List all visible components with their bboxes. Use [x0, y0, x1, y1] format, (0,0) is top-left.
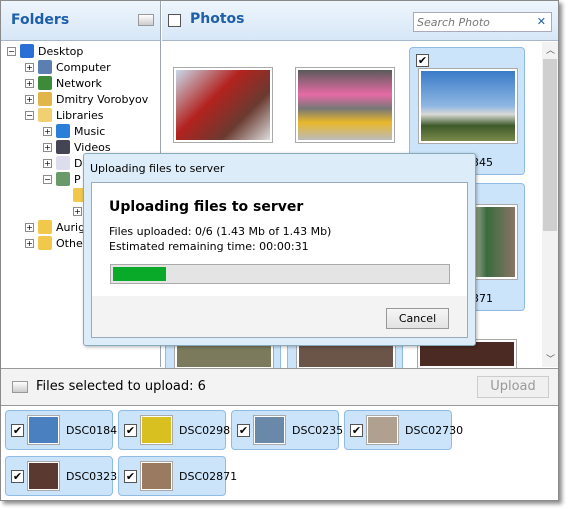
user-folder-icon	[38, 92, 52, 106]
expand-icon[interactable]: +	[25, 94, 34, 104]
file-checkbox[interactable]: ✔	[124, 470, 137, 483]
selected-file-item[interactable]: ✔ DSC02730	[344, 410, 463, 450]
expand-icon[interactable]: +	[43, 158, 52, 168]
desktop-icon	[20, 44, 34, 58]
dialog-body: Uploading files to server Files uploaded…	[91, 182, 468, 338]
tree-item[interactable]: − Desktop	[7, 43, 83, 59]
expand-icon[interactable]: +	[43, 142, 52, 152]
collapse-icon[interactable]: −	[25, 110, 34, 120]
folders-header: Folders	[1, 1, 160, 41]
file-name: DSC02871	[179, 470, 238, 483]
tree-item-label: Othe	[56, 236, 83, 250]
tree-item-label: Desktop	[38, 44, 84, 58]
scroll-down-icon[interactable]: ﹀	[546, 352, 555, 365]
tree-item[interactable]: + Othe	[25, 235, 83, 251]
photo-thumbnail[interactable]	[173, 67, 273, 143]
files-uploaded-text: Files uploaded: 0/6 (1.43 Mb of 1.43 Mb)	[109, 225, 332, 238]
tree-item-label: Libraries	[56, 108, 104, 122]
upload-dialog: Uploading files to server Uploading file…	[83, 153, 476, 346]
tree-item[interactable]: + Music	[43, 123, 105, 139]
photo-checkbox[interactable]: ✔	[416, 54, 429, 67]
files-selected-label: Files selected to upload: 6	[36, 379, 206, 394]
file-name: DSC03232	[66, 470, 125, 483]
dialog-title: Uploading files to server	[90, 162, 225, 175]
libraries-icon	[38, 108, 52, 122]
file-checkbox[interactable]: ✔	[350, 424, 363, 437]
tree-item-label: Music	[74, 124, 106, 138]
folder-icon	[38, 220, 52, 234]
tree-item[interactable]: + Aurig	[25, 219, 85, 235]
selected-file-item[interactable]: ✔ DSC02871	[118, 456, 237, 496]
collapse-icon[interactable]: −	[43, 174, 52, 184]
tree-item-label: Dmitry Vorobyov	[56, 92, 149, 106]
expand-icon[interactable]: +	[25, 238, 34, 248]
photo-thumbnail[interactable]	[295, 67, 395, 143]
file-thumbnail	[27, 415, 60, 445]
tree-item-label: Computer	[56, 60, 111, 74]
tree-item-label: P	[74, 172, 81, 186]
photos-title: Photos	[190, 11, 245, 27]
tree-item-label: D	[74, 156, 83, 170]
file-checkbox[interactable]: ✔	[237, 424, 250, 437]
selected-file-item[interactable]: ✔ DSC02989	[118, 410, 237, 450]
collapse-panel-icon[interactable]	[12, 381, 28, 393]
cancel-button[interactable]: Cancel	[386, 308, 449, 329]
file-checkbox[interactable]: ✔	[124, 424, 137, 437]
file-thumbnail	[27, 461, 60, 491]
scrollbar-thumb[interactable]	[543, 59, 557, 231]
select-all-checkbox[interactable]	[168, 14, 181, 27]
expand-icon[interactable]: +	[25, 78, 34, 88]
photo-thumbnail	[418, 68, 518, 144]
remaining-time-text: Estimated remaining time: 00:00:31	[109, 240, 309, 253]
tree-item[interactable]: + D	[43, 155, 82, 171]
tree-item[interactable]: − P	[43, 171, 81, 187]
file-checkbox[interactable]: ✔	[11, 470, 24, 483]
file-thumbnail	[366, 415, 399, 445]
expand-icon[interactable]: +	[25, 62, 34, 72]
tree-item[interactable]: + Computer	[25, 59, 111, 75]
folder-icon	[38, 236, 52, 250]
selected-file-item[interactable]: ✔ DSC03232	[5, 456, 124, 496]
file-name: DSC02730	[405, 424, 464, 437]
tree-item-label: Aurig	[56, 220, 86, 234]
expand-icon[interactable]: +	[25, 222, 34, 232]
file-thumbnail	[253, 415, 286, 445]
documents-icon	[56, 156, 70, 170]
selected-file-item[interactable]: ✔ DSC01845	[5, 410, 124, 450]
progress-fill	[113, 267, 167, 281]
photos-header: Photos Search Photo ✕	[162, 1, 558, 41]
selected-file-item[interactable]: ✔ DSC02352	[231, 410, 350, 450]
tree-item[interactable]: + Dmitry Vorobyov	[25, 91, 148, 107]
music-icon	[56, 124, 70, 138]
search-placeholder: Search Photo	[417, 16, 490, 29]
pictures-icon	[56, 172, 70, 186]
clear-search-icon[interactable]: ✕	[537, 15, 546, 28]
expand-icon[interactable]: +	[43, 126, 52, 136]
computer-icon	[38, 60, 52, 74]
file-name: DSC02989	[179, 424, 238, 437]
upload-bar: Files selected to upload: 6 Upload	[1, 368, 558, 406]
file-name: DSC02352	[292, 424, 351, 437]
file-checkbox[interactable]: ✔	[11, 424, 24, 437]
tree-item[interactable]: − Libraries	[25, 107, 104, 123]
collapse-icon[interactable]: −	[7, 46, 16, 56]
expand-icon[interactable]: +	[73, 206, 82, 216]
tree-item-label: Videos	[74, 140, 111, 154]
upload-progress-bar	[110, 264, 450, 284]
network-icon	[38, 76, 52, 90]
search-input[interactable]: Search Photo ✕	[413, 12, 552, 32]
folders-title: Folders	[11, 12, 70, 28]
collapse-panel-icon[interactable]	[138, 14, 154, 26]
file-name: DSC01845	[66, 424, 125, 437]
tree-item-label: Network	[56, 76, 102, 90]
dialog-heading: Uploading files to server	[109, 199, 304, 215]
file-thumbnail	[140, 461, 173, 491]
videos-icon	[56, 140, 70, 154]
upload-button[interactable]: Upload	[477, 376, 549, 398]
tree-item[interactable]: + Network	[25, 75, 102, 91]
scroll-up-icon[interactable]: ︿	[546, 43, 555, 56]
file-thumbnail	[140, 415, 173, 445]
